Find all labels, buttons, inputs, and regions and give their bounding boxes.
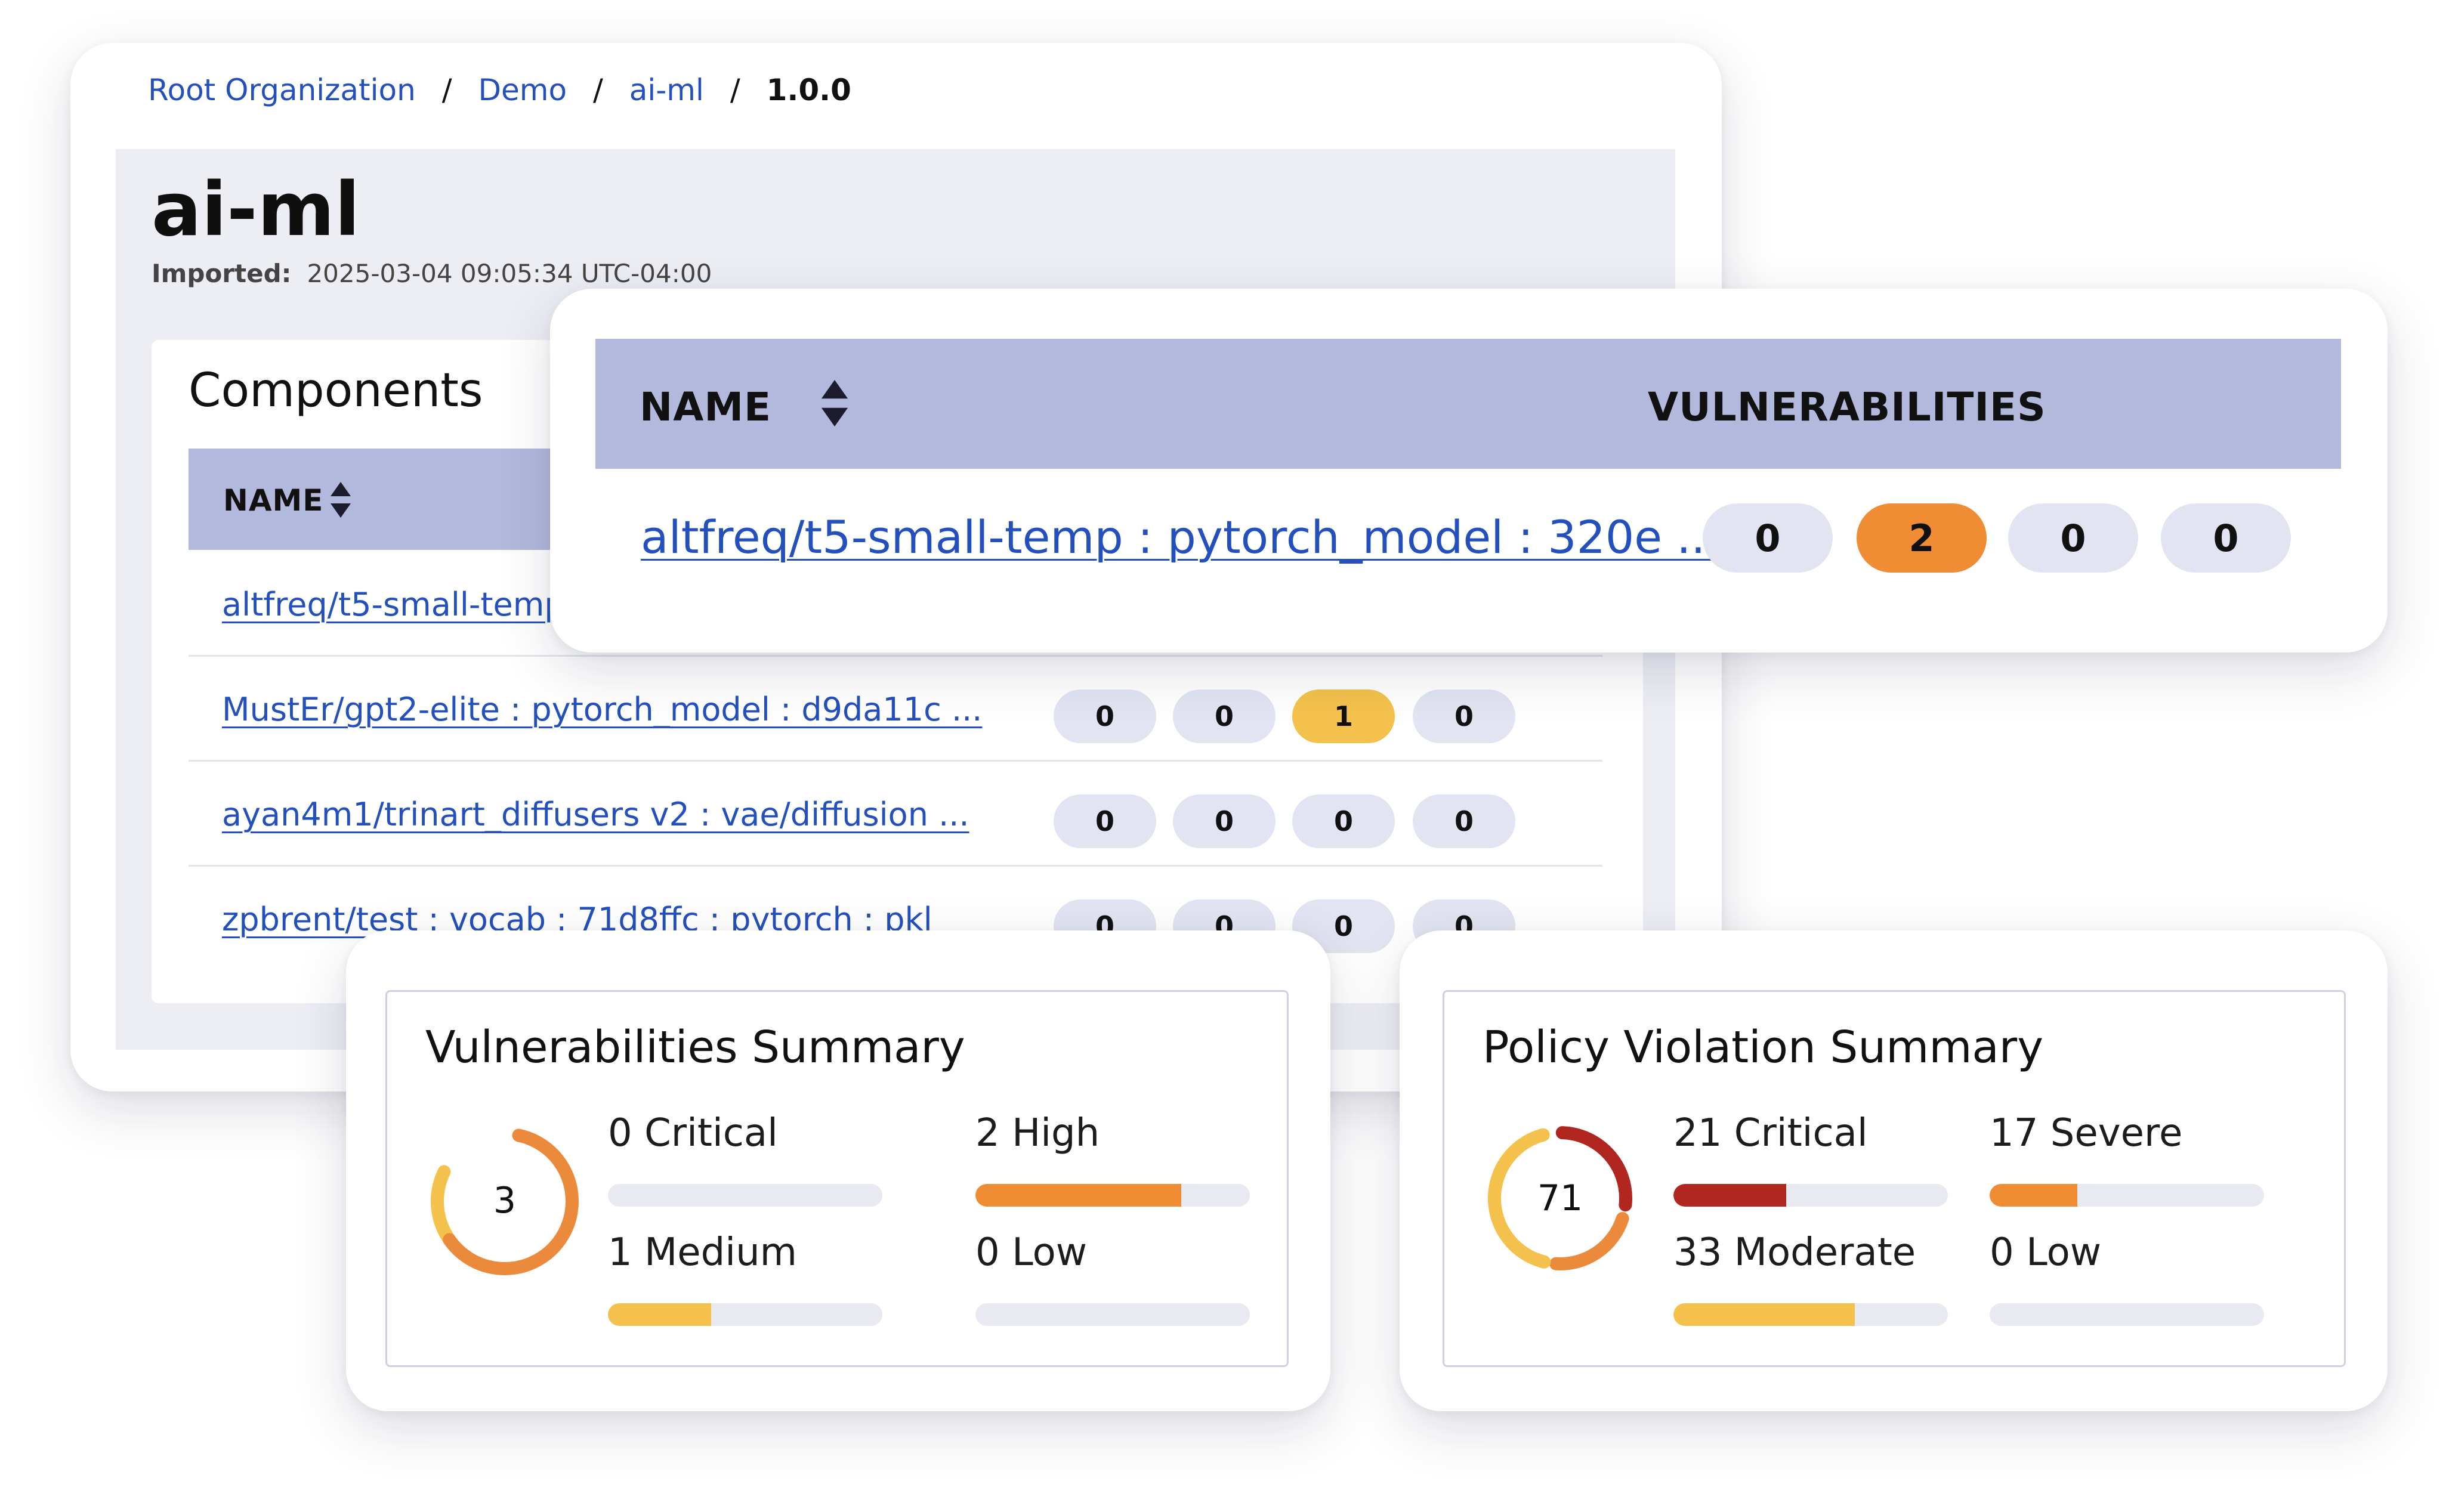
vuln-critical-count: 0	[1703, 503, 1833, 573]
breadcrumb-current-version: 1.0.0	[766, 73, 851, 107]
low-stat-label: 0 Low	[975, 1230, 1088, 1275]
breadcrumb-ai-ml[interactable]: ai-ml	[629, 73, 704, 107]
medium-stat-label: 1 Medium	[608, 1230, 797, 1275]
critical-bar	[1673, 1184, 1948, 1207]
name-column-header[interactable]: NAME	[223, 483, 323, 518]
component-link[interactable]: MustEr/gpt2-elite : pytorch_model : d9da…	[222, 691, 982, 728]
policy-violation-summary-title: Policy Violation Summary	[1483, 1022, 2043, 1073]
vuln-medium-count: 0	[1292, 794, 1395, 848]
import-date: Imported: 2025-03-04 09:05:34 UTC-04:00	[152, 259, 712, 288]
low-bar	[975, 1303, 1250, 1326]
sort-icon[interactable]	[331, 482, 351, 518]
vuln-low-count: 0	[1413, 689, 1515, 743]
vuln-high-count: 0	[1173, 689, 1276, 743]
row-divider	[189, 655, 1602, 657]
page-title: ai-ml	[152, 167, 360, 253]
high-bar	[975, 1184, 1250, 1207]
critical-stat-label: 21 Critical	[1673, 1111, 1868, 1155]
moderate-bar-fill	[1673, 1303, 1855, 1326]
medium-bar-fill	[608, 1303, 711, 1326]
vuln-critical-count: 0	[1054, 794, 1156, 848]
vulnerabilities-total: 3	[493, 1180, 516, 1222]
imported-value: 2025-03-04 09:05:34 UTC-04:00	[307, 259, 712, 288]
vuln-medium-count: 0	[2008, 503, 2138, 573]
breadcrumb-demo[interactable]: Demo	[478, 73, 567, 107]
breadcrumb-separator: /	[441, 73, 452, 107]
name-column-header[interactable]: NAME	[640, 384, 771, 430]
vulnerabilities-summary-card: Vulnerabilities Summary 3 0 Critical 2 H…	[346, 930, 1330, 1411]
severe-bar	[1990, 1184, 2264, 1207]
critical-bar-fill	[1673, 1184, 1786, 1207]
vuln-low-count: 0	[1413, 794, 1515, 848]
severe-bar-fill	[1990, 1184, 2078, 1207]
high-stat-label: 2 High	[975, 1111, 1100, 1155]
zoom-table-header: NAME VULNERABILITIES	[595, 339, 2341, 469]
vuln-critical-count: 0	[1054, 689, 1156, 743]
row-divider	[189, 760, 1602, 762]
policy-violation-summary-card: Policy Violation Summary 71 21 Critical …	[1400, 930, 2388, 1411]
vuln-medium-count: 1	[1292, 689, 1395, 743]
policy-violation-summary-panel: Policy Violation Summary 71 21 Critical …	[1443, 990, 2346, 1367]
breadcrumb: Root Organization / Demo / ai-ml / 1.0.0	[148, 73, 851, 107]
component-link[interactable]: altfreq/t5-small-temp : pytorch_model : …	[641, 511, 1720, 564]
breadcrumb-separator: /	[730, 73, 740, 107]
vuln-high-count: 0	[1173, 794, 1276, 848]
sort-icon[interactable]	[821, 380, 848, 426]
moderate-bar	[1673, 1303, 1948, 1326]
components-heading: Components	[189, 364, 483, 418]
critical-bar	[608, 1184, 882, 1207]
critical-stat-label: 0 Critical	[608, 1111, 778, 1155]
low-bar	[1990, 1303, 2264, 1326]
vulnerabilities-summary-title: Vulnerabilities Summary	[425, 1022, 965, 1073]
breadcrumb-separator: /	[592, 73, 603, 107]
medium-bar	[608, 1303, 882, 1326]
component-link[interactable]: ayan4m1/trinart_diffusers v2 : vae/diffu…	[222, 796, 969, 833]
moderate-stat-label: 33 Moderate	[1673, 1230, 1916, 1275]
policy-violation-donut: 71	[1488, 1126, 1632, 1270]
vuln-high-count: 2	[1857, 503, 1987, 573]
high-bar-fill	[975, 1184, 1181, 1207]
breadcrumb-root-organization[interactable]: Root Organization	[148, 73, 416, 107]
vulnerabilities-donut: 3	[431, 1127, 579, 1275]
vulnerabilities-summary-panel: Vulnerabilities Summary 3 0 Critical 2 H…	[385, 990, 1289, 1367]
imported-label: Imported:	[152, 259, 292, 288]
zoomed-table-card: NAME VULNERABILITIES altfreq/t5-small-te…	[550, 289, 2388, 653]
low-stat-label: 0 Low	[1990, 1230, 2102, 1275]
row-divider	[189, 865, 1602, 867]
severe-stat-label: 17 Severe	[1990, 1111, 2183, 1155]
vulnerabilities-column-header: VULNERABILITIES	[1648, 384, 2046, 430]
vuln-low-count: 0	[2161, 503, 2291, 573]
policy-violation-total: 71	[1537, 1177, 1583, 1219]
